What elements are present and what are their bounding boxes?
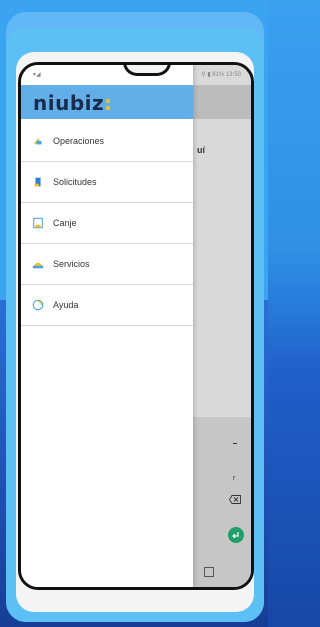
enter-button[interactable]	[228, 527, 244, 543]
requests-icon	[31, 175, 45, 189]
exchange-icon	[31, 216, 45, 230]
status-right-info: ⚲ ▮ 81% 13:50	[201, 72, 241, 78]
camera-notch	[123, 65, 171, 76]
niubiz-logo: niubiz:	[33, 91, 113, 115]
keypad-dash[interactable]	[233, 443, 237, 444]
drawer-header: niubiz:	[21, 85, 193, 119]
menu-item-label: Canje	[53, 218, 77, 228]
menu-item-canje[interactable]: Canje	[21, 203, 193, 244]
drawer-menu: Operaciones Solicitudes Canje Servicios	[21, 121, 193, 326]
help-icon	[31, 298, 45, 312]
menu-item-ayuda[interactable]: Ayuda	[21, 285, 193, 326]
status-left-icons: ▾◢	[33, 72, 41, 78]
menu-item-label: Ayuda	[53, 300, 79, 310]
backspace-icon[interactable]	[229, 495, 241, 504]
services-icon	[31, 257, 45, 271]
background-partial-text: uí	[197, 145, 205, 155]
operations-icon	[31, 134, 45, 148]
keypad-area	[193, 417, 251, 587]
recent-apps-button[interactable]	[204, 567, 214, 577]
menu-item-solicitudes[interactable]: Solicitudes	[21, 162, 193, 203]
keypad-r[interactable]: r	[233, 475, 235, 482]
background-header	[193, 85, 251, 119]
menu-item-label: Servicios	[53, 259, 90, 269]
menu-item-label: Solicitudes	[53, 177, 97, 187]
enter-arrow-icon	[232, 532, 239, 539]
menu-item-label: Operaciones	[53, 136, 105, 146]
phone-screen: uí r niubiz: Operaciones Solicitudes Can…	[18, 62, 254, 590]
background-screen: uí r	[193, 65, 251, 587]
menu-item-operaciones[interactable]: Operaciones	[21, 121, 193, 162]
navigation-drawer: niubiz: Operaciones Solicitudes Canje Se…	[21, 65, 193, 587]
menu-item-servicios[interactable]: Servicios	[21, 244, 193, 285]
